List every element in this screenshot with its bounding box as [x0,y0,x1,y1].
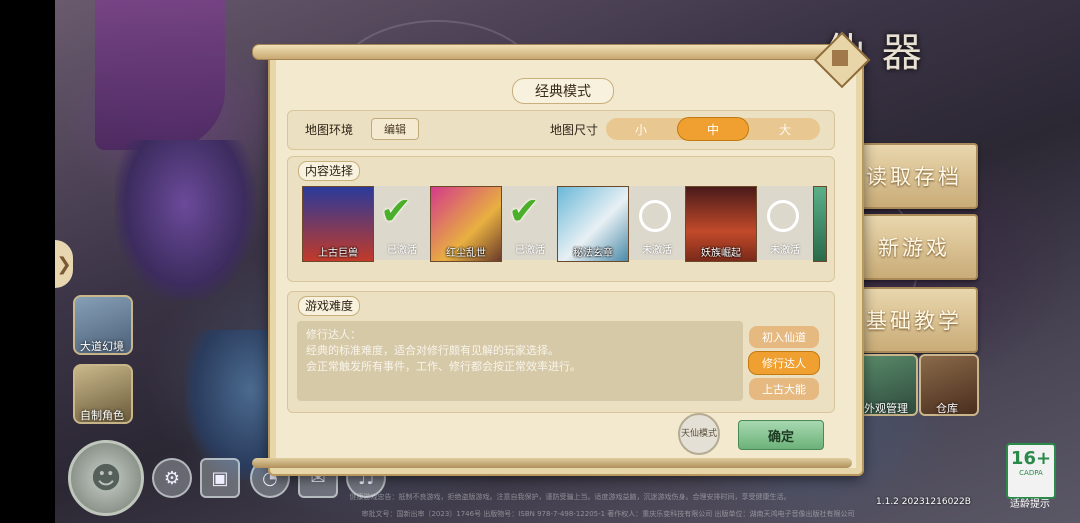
age-rating-brand: CADPA [1019,469,1043,477]
edit-button[interactable]: 编辑 [371,118,419,140]
map-size-label: 地图尺寸 [550,123,599,137]
size-large-button[interactable]: 大 [750,118,820,140]
content-status[interactable]: 未激活 [629,186,685,260]
tutorial-button[interactable]: 基础教学 [850,287,978,353]
content-card-secret-arts[interactable]: 秘法玄章 [557,186,629,262]
dialog-title: 经典模式 [512,78,614,104]
banner-art [95,0,225,150]
difficulty-section-label: 游戏难度 [298,296,361,316]
side-item-label: 大道幻境 [80,340,124,353]
inactive-ring-icon [767,200,799,232]
confirm-button[interactable]: 确定 [738,420,824,450]
content-card-partial[interactable] [813,186,827,262]
appearance-manager-label: 外观管理 [864,402,908,415]
avatar[interactable]: ☻ [68,440,144,516]
content-section-label: 内容选择 [298,161,361,181]
warehouse-label: 仓库 [936,402,958,415]
checkmark-icon: ✔ [380,189,412,233]
publication-info: 审批文号：国新出审〔2023〕1746号 出版物号：ISBN 978-7-498… [361,510,855,518]
map-env-label: 地图环境 [305,123,354,137]
content-status[interactable]: ✔ 已激活 [502,186,558,260]
content-status-text: 未激活 [642,245,672,256]
dialog-top-rod [252,44,854,60]
side-item-label: 自制角色 [80,409,124,422]
size-small-button[interactable]: 小 [606,118,676,140]
difficulty-desc-line: 修行达人： [306,328,361,341]
character-art [115,140,255,300]
content-card-name: 妖族崛起 [701,248,741,259]
close-icon-center[interactable] [832,50,848,66]
content-status[interactable]: 未激活 [757,186,813,260]
difficulty-master-button[interactable]: 上古大能 [749,378,819,400]
checkmark-icon: ✔ [508,189,540,233]
mode-badge: 天仙模式 [678,413,720,455]
version-text: 1.1.2 20231216022B [876,497,971,507]
difficulty-desc-line: 会正常触发所有事件，工作、修行都会按正常效率进行。 [306,360,581,373]
content-status-text: 已激活 [387,245,417,256]
content-card-chaotic-world[interactable]: 红尘乱世 [430,186,502,262]
content-card-name: 上古巨兽 [318,248,358,259]
content-card-ancient-beasts[interactable]: 上古巨兽 [302,186,374,262]
mode-badge-text: 天仙模式 [680,428,717,439]
health-notice: 健康游戏忠告：抵制不良游戏，拒绝盗版游戏。注意自我保护，谨防受骗上当。适度游戏益… [349,493,791,501]
size-medium-button[interactable]: 中 [678,118,748,140]
content-status[interactable]: ✔ 已激活 [374,186,430,260]
content-status-text: 未激活 [770,245,800,256]
content-card-demon-rise[interactable]: 妖族崛起 [685,186,757,262]
content-status-text: 已激活 [515,245,545,256]
load-save-button[interactable]: 读取存档 [850,143,978,209]
difficulty-desc-line: 经典的标准难度，适合对修行颇有见解的玩家选择。 [306,344,559,357]
age-rating-number: 16+ [1010,448,1052,469]
age-rating-label: 适龄提示 [1010,499,1050,510]
difficulty-standard-button[interactable]: 修行达人 [749,352,819,374]
dialog-bottom-rod [252,458,852,468]
content-card-name: 红尘乱世 [446,248,486,259]
content-card-name: 秘法玄章 [573,248,613,259]
inactive-ring-icon [639,200,671,232]
new-game-button[interactable]: 新游戏 [850,214,978,280]
difficulty-beginner-button[interactable]: 初入仙道 [749,326,819,348]
age-rating-badge: 16+ CADPA [1006,443,1056,499]
